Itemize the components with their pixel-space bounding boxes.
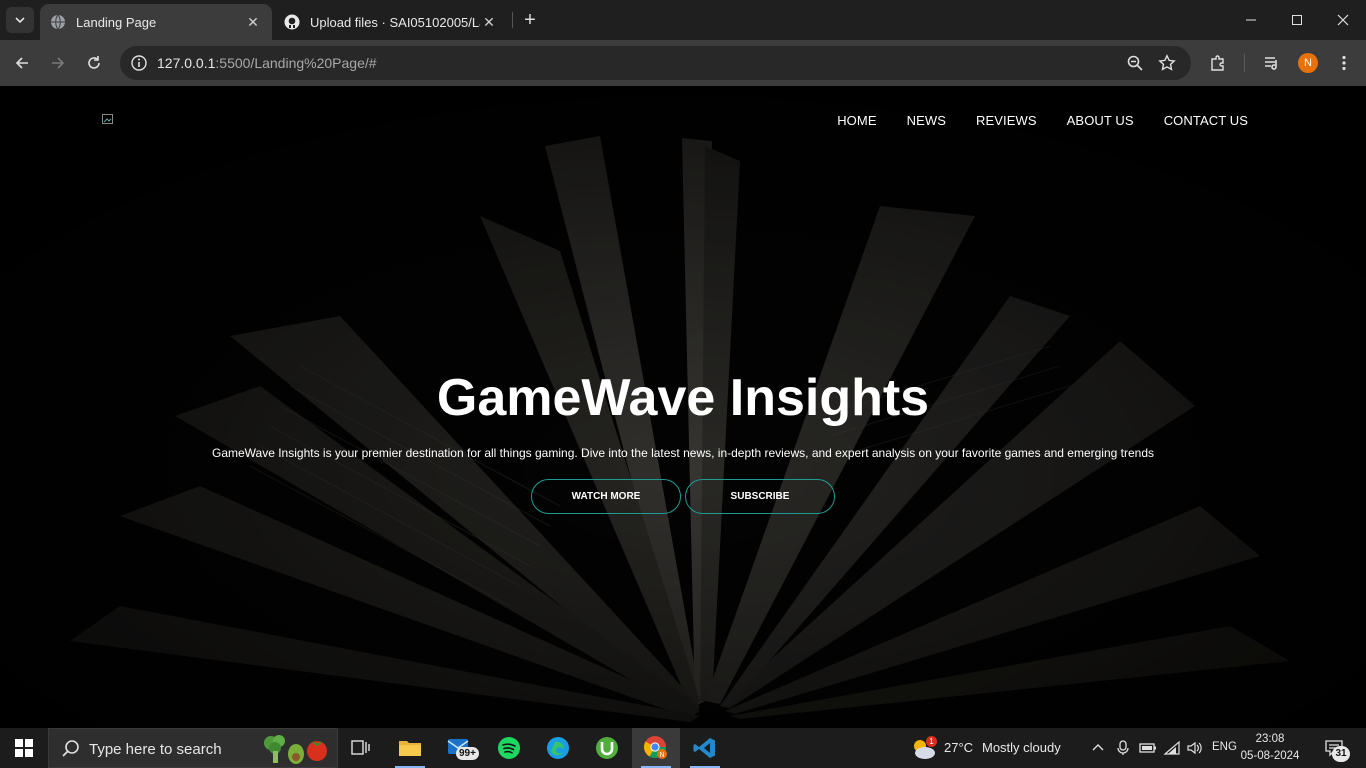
url-host: 127.0.0.1: [157, 55, 216, 71]
search-highlight-vegetables-icon: [264, 735, 327, 764]
vscode-app[interactable]: [681, 728, 729, 768]
clock-time: 23:08: [1255, 733, 1285, 745]
close-window-button[interactable]: [1320, 0, 1366, 40]
more-vertical-icon: [1342, 55, 1346, 71]
mail-app[interactable]: 99+: [436, 728, 484, 768]
toolbar-separator: [1244, 54, 1245, 72]
new-tab-button[interactable]: +: [518, 8, 542, 32]
browser-tab-strip: Landing Page ✕ Upload files · SAI0510200…: [0, 0, 1366, 40]
system-clock[interactable]: 23:08 05-08-2024: [1240, 731, 1300, 765]
wifi-icon[interactable]: [1163, 740, 1181, 756]
url-text: 127.0.0.1:5500/Landing%20Page/#: [157, 55, 377, 71]
weather-alert-badge: 1: [926, 736, 937, 747]
utorrent-app[interactable]: [583, 728, 631, 768]
arrow-right-icon: [52, 57, 65, 69]
maximize-button[interactable]: [1274, 0, 1320, 40]
arrow-left-icon: [15, 57, 28, 69]
reload-icon: [88, 56, 100, 69]
close-icon: [1337, 14, 1349, 26]
search-placeholder: Type here to search: [89, 741, 222, 758]
windows-taskbar: Type here to search 99+ N 1 27°C Mostly …: [0, 728, 1366, 768]
zoom-icon[interactable]: [1126, 54, 1144, 72]
weather-condition: Mostly cloudy: [982, 740, 1061, 755]
browser-menu-button[interactable]: [1334, 53, 1354, 73]
back-button[interactable]: [8, 49, 36, 77]
battery-icon[interactable]: [1139, 741, 1157, 755]
chevron-up-icon: [1092, 744, 1104, 751]
github-icon: [284, 14, 300, 30]
subscribe-button[interactable]: SUBSCRIBE: [685, 479, 835, 514]
spotify-icon: [498, 737, 520, 759]
url-path: :5500/Landing%20Page/#: [215, 55, 377, 71]
nav-news[interactable]: NEWS: [907, 113, 946, 128]
utorrent-icon: [596, 737, 618, 759]
tab-title: Upload files · SAI05102005/Landing-Page: [310, 14, 480, 30]
page-viewport: HOME NEWS REVIEWS ABOUT US CONTACT US Ga…: [0, 86, 1366, 728]
clock-date: 05-08-2024: [1240, 750, 1300, 762]
nav-reviews[interactable]: REVIEWS: [976, 113, 1037, 128]
extensions-button[interactable]: [1208, 53, 1228, 73]
hero-title: GameWave Insights: [436, 369, 930, 427]
notification-count-badge: 31: [1332, 746, 1350, 762]
tab-landing-page[interactable]: Landing Page ✕: [40, 4, 272, 40]
chrome-icon: N: [644, 736, 667, 759]
hero-description: GameWave Insights is your premier destin…: [211, 446, 1155, 460]
windows-logo-icon: [15, 739, 33, 757]
vscode-icon: [693, 738, 715, 758]
spotify-app[interactable]: [485, 728, 533, 768]
start-button[interactable]: [0, 728, 48, 768]
media-queue-icon: [1265, 57, 1277, 70]
camera-mic-icon[interactable]: [1115, 740, 1131, 756]
browser-toolbar: 127.0.0.1:5500/Landing%20Page/# N: [0, 40, 1366, 86]
taskbar-search[interactable]: Type here to search: [48, 728, 338, 768]
svg-text:N: N: [659, 752, 664, 759]
address-bar[interactable]: 127.0.0.1:5500/Landing%20Page/#: [120, 46, 1191, 80]
nav-about-us[interactable]: ABOUT US: [1067, 113, 1134, 128]
bookmark-star-icon[interactable]: [1158, 54, 1176, 72]
profile-avatar[interactable]: N: [1298, 53, 1318, 73]
maximize-icon: [1292, 15, 1302, 25]
puzzle-icon: [1211, 55, 1224, 71]
file-explorer-app[interactable]: [386, 728, 434, 768]
site-info-icon[interactable]: [130, 54, 148, 72]
tab-separator: [512, 12, 513, 28]
watch-more-button[interactable]: WATCH MORE: [531, 479, 681, 514]
main-nav: HOME NEWS REVIEWS ABOUT US CONTACT US: [837, 113, 1248, 128]
weather-temperature: 27°C: [944, 740, 974, 755]
task-view-icon: [351, 740, 370, 755]
tab-title: Landing Page: [76, 14, 157, 30]
show-hidden-icons-button[interactable]: [1090, 740, 1106, 756]
close-tab-icon[interactable]: ✕: [244, 13, 262, 31]
volume-icon[interactable]: [1186, 740, 1204, 756]
minimize-icon: [1246, 19, 1256, 21]
folder-icon: [399, 741, 421, 756]
weather-widget[interactable]: 1 27°C Mostly cloudy: [906, 728, 1076, 768]
tab-search-button[interactable]: [6, 7, 34, 33]
input-language[interactable]: ENG: [1212, 741, 1237, 753]
nav-home[interactable]: HOME: [837, 113, 876, 128]
forward-button[interactable]: [44, 49, 72, 77]
media-controls-button[interactable]: [1262, 53, 1282, 73]
close-tab-icon[interactable]: ✕: [480, 13, 498, 31]
notification-center-button[interactable]: 31: [1318, 734, 1358, 764]
edge-app[interactable]: [534, 728, 582, 768]
broken-logo-image[interactable]: [102, 114, 116, 126]
chevron-down-icon: [15, 17, 25, 24]
search-icon: [62, 740, 79, 757]
tab-upload-files[interactable]: Upload files · SAI05102005/Landing-Page …: [274, 4, 508, 40]
chrome-app[interactable]: N: [632, 728, 680, 768]
reload-button[interactable]: [80, 49, 108, 77]
minimize-button[interactable]: [1228, 0, 1274, 40]
mail-badge: 99+: [456, 747, 479, 760]
edge-icon: [547, 737, 569, 759]
globe-icon: [50, 14, 66, 30]
task-view-button[interactable]: [336, 728, 384, 768]
nav-contact-us[interactable]: CONTACT US: [1164, 113, 1248, 128]
